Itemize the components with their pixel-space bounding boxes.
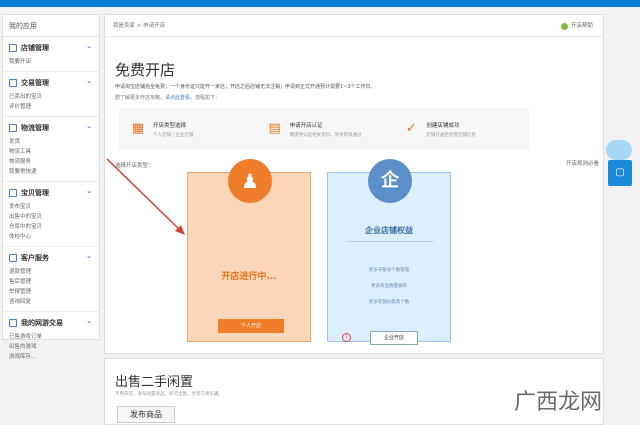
step-title: 申请开店认证 [289,122,323,129]
cloud-icon [606,140,632,160]
sidebar-group-label: 物流管理 [21,124,49,132]
sidebar-group-games: 我的网游交易 ⌄ 已售游戏订单 出售的游戏 游戏库存... [3,312,99,366]
secondhand-title: 出售二手闲置 [115,375,194,390]
publish-item-button[interactable]: 发布商品 [117,406,175,423]
trade-icon [9,79,17,87]
chevron-down-icon[interactable]: ⌄ [86,187,92,195]
sidebar-group-trade: 交易管理 ⌄ 已卖出的宝贝 评价管理 [3,72,99,117]
arrow-annotation [106,158,185,235]
step-3: ✓ 创建店铺成功店铺开通后完善店铺信息 [392,108,529,150]
sidebar-group-service: 客户服务 ⌄ 退款管理 售后管理 举报管理 咨询回复 [3,247,99,312]
sidebar-group-label: 宝贝管理 [21,189,49,197]
step-sub: 店铺开通后完善店铺信息 [426,132,476,138]
box-icon [9,189,17,197]
sidebar-group-head[interactable]: 宝贝管理 ⌄ [9,187,93,198]
personal-shop-card[interactable]: ♟ 开店进行中... 个人开店 [187,159,311,342]
shop-icon [9,44,17,52]
secondhand-desc: 不用开店，发布闲置商品，即可出售，享受交易乐趣。 [115,392,223,397]
grid-icon: ▦ [131,121,145,136]
chevron-down-icon[interactable]: ⌄ [86,252,92,260]
check-circle-icon: ✓ [405,121,417,136]
divider [346,241,434,242]
guide-link[interactable]: 点此查看。 [170,95,195,101]
sidebar-link[interactable]: 物流工具 [9,147,53,157]
breadcrumb-text[interactable]: 我是卖家 > 申请开店 [113,23,165,29]
step-2: ▤ 申请开店认证需提供认证相关资料，等待审核通过 [256,108,393,150]
step-1: ▦ 开店类型选择个人店铺 / 企业店铺 [119,108,256,150]
help-icon [560,22,568,30]
top-bar [0,0,640,7]
sidebar-link[interactable]: 咨询回复 [9,297,53,307]
sidebar-group-head[interactable]: 客户服务 ⌄ [9,252,93,263]
sidebar-group-head[interactable]: 店铺管理 ⌄ [9,42,93,53]
step-title: 创建店铺成功 [426,122,460,129]
rule-link[interactable]: 开店规则必看 [566,159,599,167]
company-shop-card[interactable]: 企 企业店铺权益 更多子账号个数管理 更多商品数量发布 更多旺铺分类及个数 ! … [327,159,451,345]
sidebar-link[interactable]: 我要寄快递 [9,167,53,177]
notice-text: 申请淘宝店铺完全免费；一个身份证只能开一家店；开店之后店铺无法注销；申请到正式开… [115,84,376,90]
step-sub: 个人店铺 / 企业店铺 [153,132,194,138]
truck-icon [9,124,17,132]
sidebar-group-label: 交易管理 [21,79,49,87]
help-label: 开店帮助 [570,23,593,29]
chevron-down-icon[interactable]: ⌄ [86,317,92,325]
sidebar-group-items: 宝贝管理 ⌄ 发布宝贝 出售中的宝贝 仓库中的宝贝 体检中心 [3,182,99,247]
chat-icon: ▢ [615,167,625,178]
sidebar-link[interactable]: 物流服务 [9,157,53,167]
person-icon: ♟ [228,159,272,203]
sidebar-link[interactable]: 发货 [9,137,53,147]
sidebar-link[interactable]: 已卖出的宝贝 [9,92,53,102]
sidebar-group-label: 我的网游交易 [21,319,63,327]
sidebar-link[interactable]: 售后管理 [9,277,53,287]
guide-prefix: 想了解更多开店攻略，请 [115,95,171,101]
personal-open-button[interactable]: 个人开店 [218,319,284,333]
gamepad-icon [9,319,17,327]
progress-text: 开店进行中... [221,272,277,282]
sidebar-link[interactable]: 评价管理 [9,102,53,112]
sidebar-group-head[interactable]: 我的网游交易 ⌄ [9,317,93,328]
sidebar-link[interactable]: 发布宝贝 [9,202,53,212]
enterprise-icon: 企 [368,159,412,203]
sidebar-link[interactable]: 我要开店 [9,57,53,67]
guide-tail: 流程如下： [195,95,221,101]
guide-text: 想了解更多开店攻略，请点此查看。流程如下： [115,94,220,101]
sidebar-link[interactable]: 体检中心 [9,232,53,242]
process-steps: ▦ 开店类型选择个人店铺 / 企业店铺 ▤ 申请开店认证需提供认证相关资料，等待… [119,108,529,150]
step-sub: 需提供认证相关资料，等待审核通过 [289,132,362,138]
sidebar-group-head[interactable]: 交易管理 ⌄ [9,77,93,88]
company-feature: 更多子账号个数管理 [368,268,410,273]
company-open-button[interactable]: 企业开店 [370,331,418,345]
warning-icon[interactable]: ! [342,333,351,342]
chevron-down-icon[interactable]: ⌄ [86,77,92,85]
sidebar-title: 我的应用 [3,15,99,37]
page-title: 免费开店 [115,61,176,79]
sidebar-link[interactable]: 游戏库存... [9,352,53,362]
sidebar-link[interactable]: 出售的游戏 [9,342,53,352]
sidebar-group-label: 店铺管理 [21,44,49,52]
sidebar-link[interactable]: 举报管理 [9,287,53,297]
watermark: 广西龙网 [514,390,603,415]
main-panel: 我是卖家 > 申请开店 开店帮助 免费开店 申请淘宝店铺完全免费；一个身份证只能… [104,14,604,354]
help-link[interactable]: 开店帮助 [560,15,593,37]
sidebar-link[interactable]: 已售游戏订单 [9,332,53,342]
headset-icon [9,254,17,262]
sidebar-group-logistics: 物流管理 ⌄ 发货 物流工具 物流服务 我要寄快递 [3,117,99,182]
chevron-down-icon[interactable]: ⌄ [86,42,92,50]
sidebar-group-head[interactable]: 物流管理 ⌄ [9,122,93,133]
step-title: 开店类型选择 [153,122,187,129]
float-help-button[interactable]: ▢ [608,160,632,186]
sidebar: 我的应用 店铺管理 ⌄ 我要开店 交易管理 ⌄ 已卖出的宝贝 评价管理 物流管理… [2,14,100,360]
sidebar-group-label: 客户服务 [21,254,49,262]
company-title: 企业店铺权益 [365,226,413,235]
company-feature: 更多商品数量发布 [371,284,407,289]
document-icon: ▤ [268,121,281,136]
sidebar-link[interactable]: 退款管理 [9,267,53,277]
company-feature: 更多旺铺分类及个数 [368,300,410,305]
sidebar-link[interactable]: 仓库中的宝贝 [9,222,53,232]
sidebar-group-shop: 店铺管理 ⌄ 我要开店 [3,37,99,72]
breadcrumb: 我是卖家 > 申请开店 开店帮助 [105,15,603,37]
chevron-down-icon[interactable]: ⌄ [86,122,92,130]
sidebar-link[interactable]: 出售中的宝贝 [9,212,53,222]
